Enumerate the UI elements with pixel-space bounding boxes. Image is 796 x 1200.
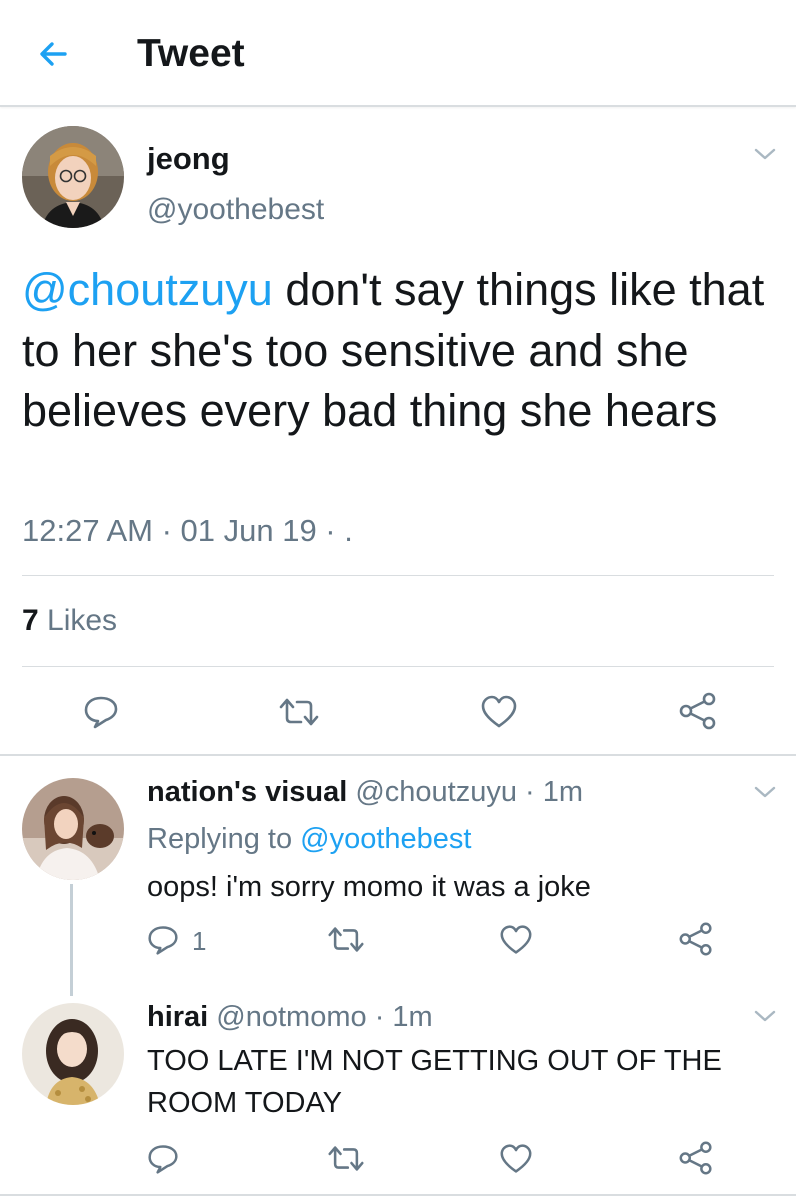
section-divider [0, 1194, 796, 1196]
reply-handle-time: @notmomo · 1m [208, 1001, 433, 1033]
tweet-text: @choutzuyu don't say things like that to… [22, 260, 782, 442]
reply-icon[interactable] [146, 1143, 180, 1175]
timestamp: 12:27 AM · 01 Jun 19 · . [22, 513, 353, 548]
top-app-bar: Tweet [0, 0, 796, 107]
section-divider [0, 754, 796, 756]
reply-author-name[interactable]: nation's visual [147, 776, 347, 808]
replying-to-link[interactable]: @yoothebest [300, 823, 471, 855]
chevron-down-icon[interactable] [752, 1006, 778, 1026]
retweet-icon[interactable] [326, 925, 366, 954]
share-icon[interactable] [678, 922, 714, 956]
replying-to: Replying to @yoothebest [147, 823, 471, 856]
reply-header: nation's visual @choutzuyu · 1m [147, 776, 583, 809]
replying-to-prefix: Replying to [147, 823, 301, 855]
heart-icon[interactable] [499, 1143, 533, 1175]
reply-text: TOO LATE I'M NOT GETTING OUT OF THE ROOM… [147, 1045, 722, 1119]
likes-count[interactable]: 7 Likes [22, 604, 117, 638]
heart-icon[interactable] [499, 924, 533, 956]
likes-label: Likes [38, 604, 118, 637]
author-handle[interactable]: @yoothebest [147, 193, 324, 227]
reply-icon[interactable] [82, 694, 120, 730]
retweet-icon[interactable] [326, 1144, 366, 1173]
back-arrow-icon[interactable] [34, 34, 74, 74]
divider [22, 575, 774, 576]
heart-icon[interactable] [480, 694, 518, 730]
avatar[interactable] [22, 778, 124, 880]
likes-number: 7 [22, 604, 39, 637]
reply-text: oops! i'm sorry momo it was a joke [147, 871, 591, 903]
reply-count: 1 [192, 926, 207, 956]
reply-handle-time: @choutzuyu · 1m [347, 776, 584, 808]
chevron-down-icon[interactable] [752, 782, 778, 802]
reply-icon[interactable] [146, 924, 180, 956]
avatar[interactable] [22, 126, 124, 228]
reply-header: hirai @notmomo · 1m [147, 1001, 433, 1034]
share-icon[interactable] [678, 1141, 714, 1175]
thread-connector [70, 884, 73, 996]
author-name[interactable]: jeong [147, 141, 230, 177]
retweet-icon[interactable] [277, 696, 321, 728]
chevron-down-icon[interactable] [752, 144, 778, 164]
divider [22, 666, 774, 667]
avatar[interactable] [22, 1003, 124, 1105]
share-icon[interactable] [678, 692, 718, 730]
reply-author-name[interactable]: hirai [147, 1001, 208, 1033]
mention-link[interactable]: @choutzuyu [22, 264, 273, 315]
page-title: Tweet [137, 32, 245, 75]
